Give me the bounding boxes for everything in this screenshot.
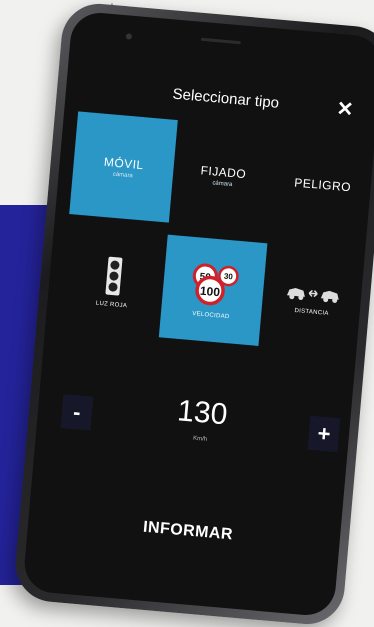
type-label: DISTANCIA xyxy=(294,307,329,317)
close-icon[interactable]: ✕ xyxy=(336,96,355,122)
decrease-speed-button[interactable]: - xyxy=(60,394,94,431)
type-label: PELIGRO xyxy=(293,174,352,194)
type-label: VELOCIDAD xyxy=(192,310,230,320)
type-peligro-button[interactable]: PELIGRO xyxy=(268,129,374,240)
type-distancia-button[interactable]: DISTANCIA xyxy=(258,243,367,354)
type-grid: MÓVIL cámara FIJADO cámara PELIGRO LUZ R… xyxy=(58,111,374,366)
sign-value: 100 xyxy=(199,283,220,299)
type-label: LUZ ROJA xyxy=(95,300,128,309)
dialog-title: Seleccionar tipo xyxy=(171,85,280,112)
type-label: FIJADO xyxy=(200,162,247,181)
type-luz-roja-button[interactable]: LUZ ROJA xyxy=(59,226,168,337)
speed-value: 130 xyxy=(176,394,229,432)
phone: Seleccionar tipo ✕ MÓVIL cámara FIJADO c… xyxy=(12,0,374,627)
increase-speed-button[interactable]: + xyxy=(307,415,341,453)
car-distance-icon xyxy=(286,287,339,303)
earpiece-speaker xyxy=(200,37,241,45)
type-sublabel: cámara xyxy=(112,171,134,179)
phone-screen: Seleccionar tipo ✕ MÓVIL cámara FIJADO c… xyxy=(22,10,374,618)
type-sublabel: cámara xyxy=(212,179,233,188)
type-fijado-button[interactable]: FIJADO cámara xyxy=(169,120,278,231)
sign-value: 30 xyxy=(224,271,234,281)
speed-stepper: - 130 Km/h + xyxy=(48,375,354,481)
inform-button[interactable]: INFORMAR xyxy=(88,514,289,549)
speed-limit-icon: 50 30 100 xyxy=(192,263,239,305)
front-camera xyxy=(125,33,133,40)
type-label: MÓVIL xyxy=(103,154,145,172)
type-velocidad-button[interactable]: 50 30 100 VELOCIDAD xyxy=(158,234,268,346)
traffic-light-icon xyxy=(105,256,123,295)
type-movil-button[interactable]: MÓVIL cámara xyxy=(69,111,178,223)
